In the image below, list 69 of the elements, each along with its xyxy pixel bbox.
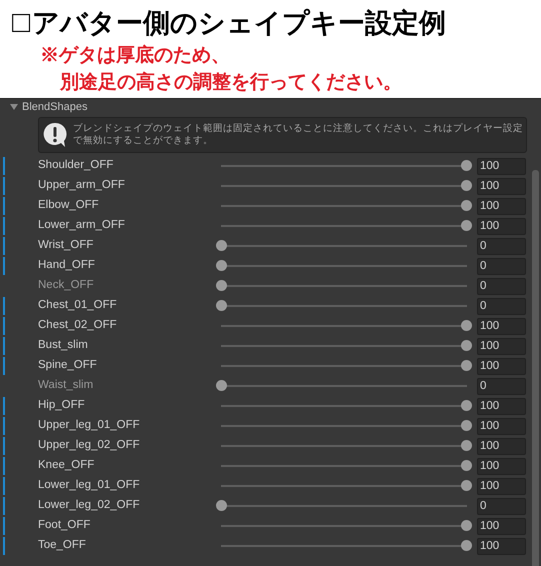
warning-icon (43, 122, 67, 148)
shape-label: Bust_slim (38, 338, 89, 354)
slider-thumb[interactable] (461, 160, 472, 171)
expand-arrow-icon (10, 103, 18, 111)
value-field[interactable]: 0 (477, 278, 526, 294)
value-field[interactable]: 100 (477, 158, 526, 174)
shape-label: Upper_leg_02_OFF (38, 438, 141, 454)
slider-thumb[interactable] (216, 280, 227, 291)
value-field[interactable]: 100 (477, 178, 526, 194)
slider-thumb[interactable] (216, 260, 227, 271)
checkbox-glyph: □ (12, 8, 30, 38)
shape-label: Shoulder_OFF (38, 158, 114, 174)
slider-thumb[interactable] (216, 240, 227, 251)
value-field[interactable]: 100 (477, 358, 526, 374)
shape-label: Hip_OFF (38, 398, 86, 414)
value-field[interactable]: 100 (477, 338, 526, 354)
slider-thumb[interactable] (461, 400, 472, 411)
slider-thumb[interactable] (216, 300, 227, 311)
note-line: 別途足の高さの調整を行ってください。 (58, 70, 403, 95)
shape-label: Waist_slim (38, 378, 94, 394)
shape-label: Chest_01_OFF (38, 298, 118, 314)
shape-label: Hand_OFF (38, 258, 96, 274)
shape-label: Wrist_OFF (38, 238, 94, 254)
value-field[interactable]: 100 (477, 218, 526, 234)
slider-thumb[interactable] (461, 420, 472, 431)
slider-thumb[interactable] (461, 520, 472, 531)
value-field[interactable]: 0 (477, 298, 526, 314)
note-line: ※ゲタは厚底のため、 (40, 44, 231, 68)
slider-thumb[interactable] (461, 340, 472, 351)
value-field[interactable]: 100 (477, 198, 526, 214)
value-field[interactable]: 0 (477, 258, 526, 274)
section-header[interactable]: BlendShapes (0, 99, 541, 115)
value-field[interactable]: 100 (477, 398, 526, 414)
value-field[interactable]: 100 (477, 438, 526, 454)
slider-thumb[interactable] (461, 480, 472, 491)
slider-thumb[interactable] (461, 220, 472, 231)
shape-label: Spine_OFF (38, 358, 98, 374)
slider-thumb[interactable] (461, 360, 472, 371)
value-field[interactable]: 0 (477, 498, 526, 514)
shape-label: Foot_OFF (38, 518, 92, 534)
shape-label: Lower_arm_OFF (38, 218, 126, 234)
slider-thumb[interactable] (461, 180, 472, 191)
value-field[interactable]: 0 (477, 238, 526, 254)
help-message: ブレンドシェイプのウェイト範囲は固定されていることに注意してください。これはプレイヤー設定で無効にすることができます。 (73, 123, 523, 147)
shape-label: Toe_OFF (38, 538, 87, 554)
value-field[interactable]: 100 (477, 518, 526, 534)
shape-label: Neck_OFF (38, 278, 95, 294)
slider-thumb[interactable] (461, 440, 472, 451)
value-field[interactable]: 0 (477, 378, 526, 394)
shape-label: Elbow_OFF (38, 198, 100, 214)
slider-thumb[interactable] (461, 320, 472, 331)
value-field[interactable]: 100 (477, 418, 526, 434)
slider-thumb[interactable] (461, 540, 472, 551)
value-field[interactable]: 100 (477, 458, 526, 474)
value-field[interactable]: 100 (477, 478, 526, 494)
shape-label: Lower_leg_02_OFF (38, 498, 141, 514)
value-field[interactable]: 100 (477, 318, 526, 334)
slider-thumb[interactable] (216, 500, 227, 511)
shape-label: Lower_leg_01_OFF (38, 478, 141, 494)
slider-thumb[interactable] (461, 460, 472, 471)
shape-label: Upper_leg_01_OFF (38, 418, 141, 434)
slider-thumb[interactable] (216, 380, 227, 391)
shape-label: Chest_02_OFF (38, 318, 118, 334)
shape-label: Knee_OFF (38, 458, 96, 474)
value-field[interactable]: 100 (477, 538, 526, 554)
slider-thumb[interactable] (461, 200, 472, 211)
scrollbar[interactable] (532, 170, 539, 566)
page-title: アバター側のシェイプキー設定例 (32, 10, 446, 36)
shape-label: Upper_arm_OFF (38, 178, 126, 194)
